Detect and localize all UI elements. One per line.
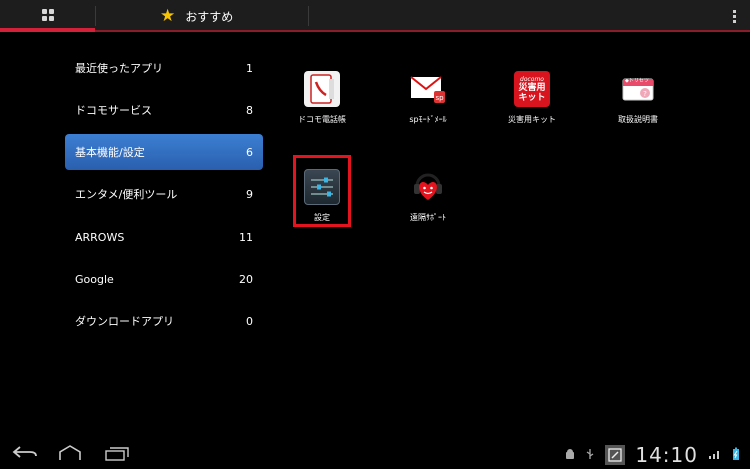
action-bar-divider [0,30,750,32]
app-docomo-phonebook[interactable]: ドコモ電話帳 [277,71,367,125]
icon-text-brand: docomo [520,75,544,83]
app-label: ドコモ電話帳 [298,115,346,124]
app-label: spﾓｰﾄﾞﾒｰﾙ [409,115,447,124]
category-item-google[interactable]: Google 20 [65,261,263,297]
category-item-arrows[interactable]: ARROWS 11 [65,219,263,255]
home-icon[interactable] [58,445,82,465]
recent-apps-icon[interactable] [104,445,130,465]
category-count: 8 [246,103,253,117]
category-item-docomo[interactable]: ドコモサービス 8 [65,92,263,128]
category-item-downloads[interactable]: ダウンロードアプリ 0 [65,303,263,339]
svg-text:sp: sp [435,94,444,102]
grid-icon [41,9,54,21]
active-tab-indicator [0,28,95,32]
icon-text: ◆トリセツ [625,78,649,84]
screenshot-icon [605,445,626,465]
overflow-menu-icon[interactable] [733,10,736,23]
separator [95,6,96,26]
category-count: 6 [246,145,253,159]
app-label: 遠隔ｻﾎﾟｰﾄ [410,213,446,222]
disaster-kit-icon: docomo 災害用 キット [514,71,550,107]
category-item-basic-settings[interactable]: 基本機能/設定 6 [65,134,263,170]
app-manual[interactable]: ? ◆トリセツ 取扱説明書 [593,71,683,125]
system-bar: 14:10 [0,437,750,469]
phonebook-icon [304,71,340,107]
remote-support-icon [410,169,446,205]
app-remote-support[interactable]: 遠隔ｻﾎﾟｰﾄ [383,169,473,223]
tab-favorites[interactable]: ★ おすすめ [160,6,233,26]
settings-highlight-box [293,155,351,227]
battery-charging-icon [732,447,740,464]
usb-icon [585,448,595,463]
category-count: 11 [239,230,253,244]
category-label: ダウンロードアプリ [75,315,174,328]
category-count: 9 [246,187,253,201]
app-label: 取扱説明書 [618,115,658,124]
app-label: 災害用キット [508,115,556,124]
debug-android-icon [565,448,575,463]
icon-text: 災害用 [518,82,546,93]
manual-icon: ? ◆トリセツ [620,71,656,107]
category-label: 基本機能/設定 [75,146,145,159]
app-disaster-kit[interactable]: docomo 災害用 キット 災害用キット [487,71,577,125]
tab-favorites-label: おすすめ [185,9,234,24]
app-sp-mail[interactable]: sp spﾓｰﾄﾞﾒｰﾙ [383,71,473,125]
app-grid-button[interactable] [0,0,95,30]
action-bar: ★ おすすめ [0,0,750,32]
category-count: 0 [246,314,253,328]
category-label: エンタメ/便利ツール [75,188,178,201]
separator [308,6,309,26]
icon-text: キット [518,92,546,103]
svg-text:?: ? [643,90,647,98]
clock: 14:10 [635,443,698,467]
category-item-entertainment[interactable]: エンタメ/便利ツール 9 [65,176,263,212]
star-icon: ★ [160,6,176,26]
category-label: 最近使ったアプリ [75,62,163,75]
category-label: ドコモサービス [75,104,152,117]
status-area[interactable]: 14:10 [565,443,740,467]
signal-icon [708,448,722,463]
mail-icon: sp [410,71,446,107]
category-count: 20 [239,272,253,286]
back-icon[interactable] [12,445,38,465]
category-label: ARROWS [75,230,125,244]
category-label: Google [75,272,114,286]
category-count: 1 [246,61,253,75]
category-item-recent[interactable]: 最近使ったアプリ 1 [65,50,263,86]
